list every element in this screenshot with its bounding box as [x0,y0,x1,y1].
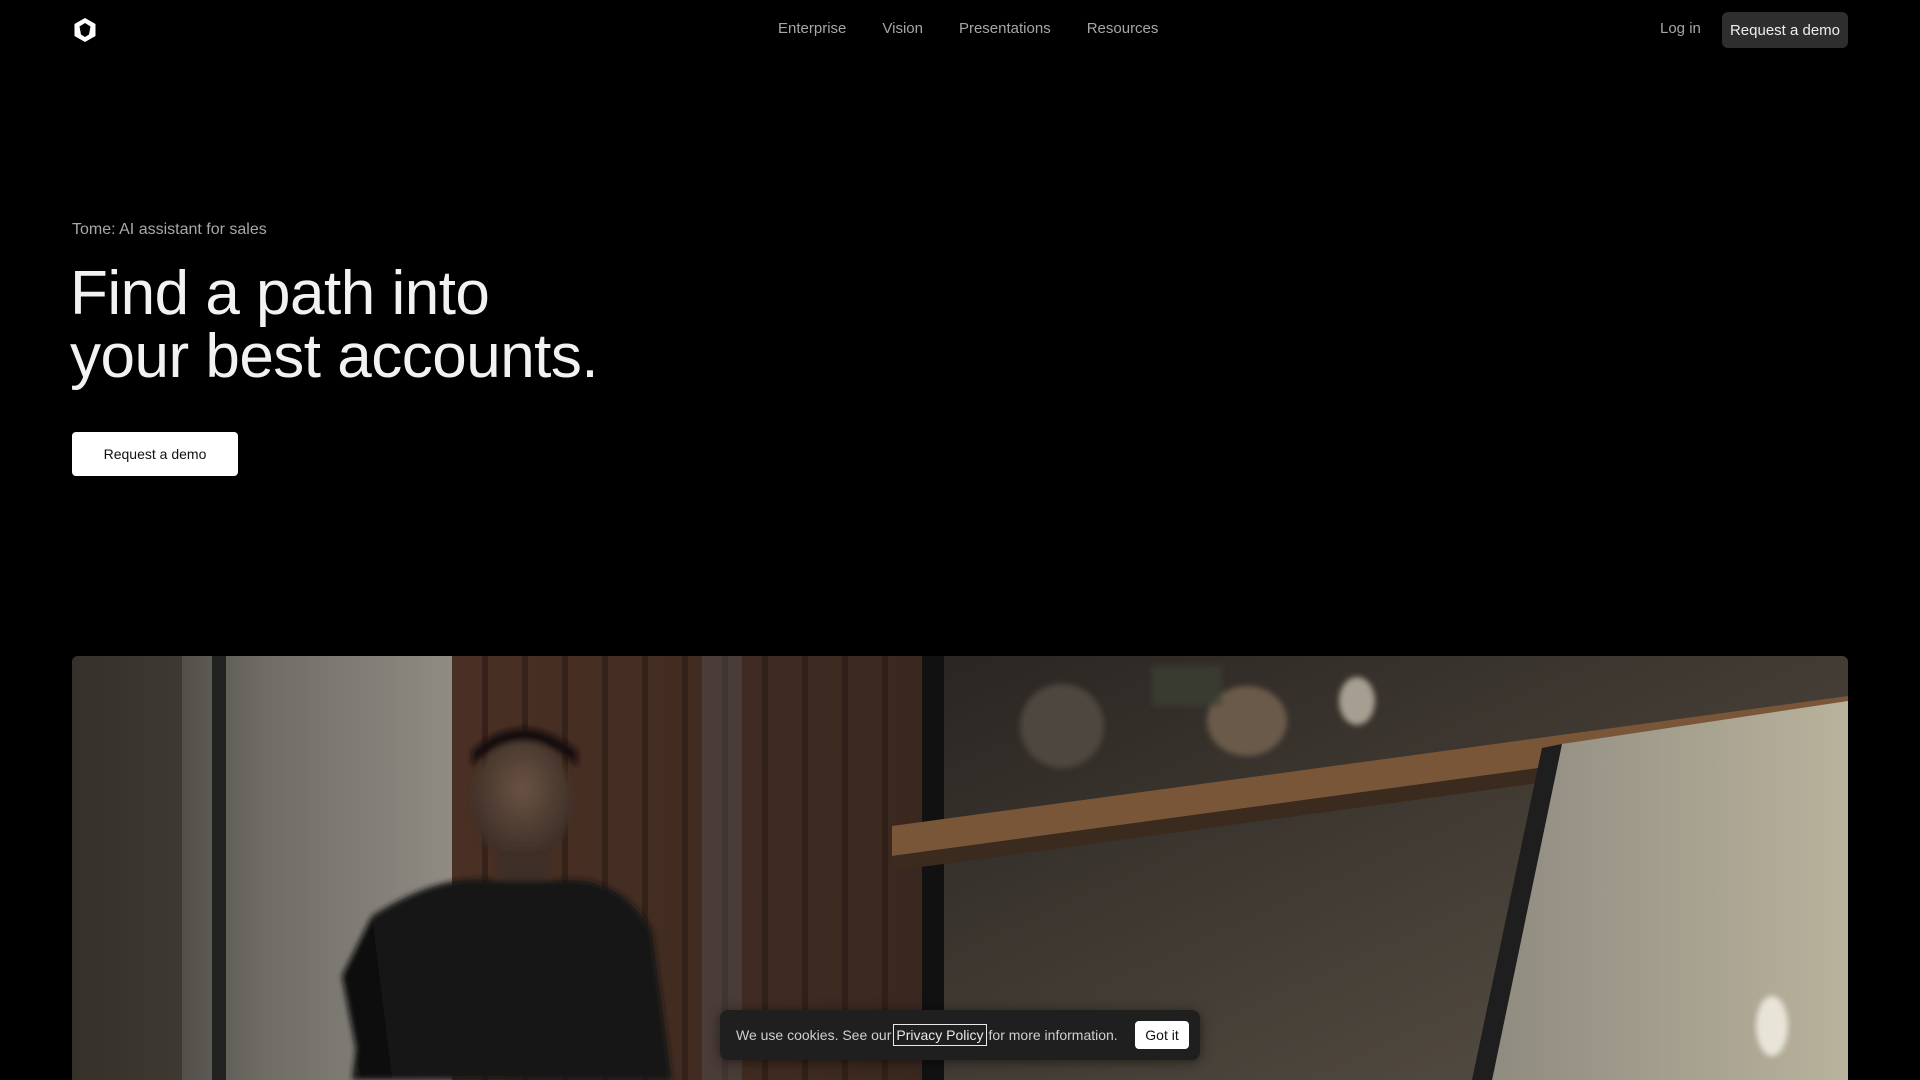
privacy-policy-link[interactable]: Privacy Policy [893,1024,987,1046]
hero-eyebrow: Tome: AI assistant for sales [72,221,267,238]
cookie-text-after: for more information. [988,1027,1118,1043]
site-header: Enterprise Vision Presentations Resource… [0,0,1920,60]
nav-item-presentations[interactable]: Presentations [959,19,1051,39]
cookie-text-before: We use cookies. See our [736,1027,892,1043]
hero-headline-line-1: Find a path into [70,259,490,328]
hero-headline-line-2: your best accounts. [70,322,599,391]
hero-headline: Find a path into your best accounts. [70,262,870,388]
nav-item-resources[interactable]: Resources [1087,19,1159,39]
tome-logo-icon[interactable] [72,17,98,43]
request-demo-button-header[interactable]: Request a demo [1722,12,1848,48]
login-link[interactable]: Log in [1660,19,1701,39]
request-demo-button-hero[interactable]: Request a demo [72,432,238,476]
main-nav: Enterprise Vision Presentations Resource… [778,19,1158,39]
cookie-banner: We use cookies. See our Privacy Policy f… [720,1010,1200,1060]
nav-item-enterprise[interactable]: Enterprise [778,19,846,39]
page: Enterprise Vision Presentations Resource… [0,0,1920,1080]
cookie-accept-button[interactable]: Got it [1135,1021,1189,1049]
nav-item-vision[interactable]: Vision [882,19,923,39]
